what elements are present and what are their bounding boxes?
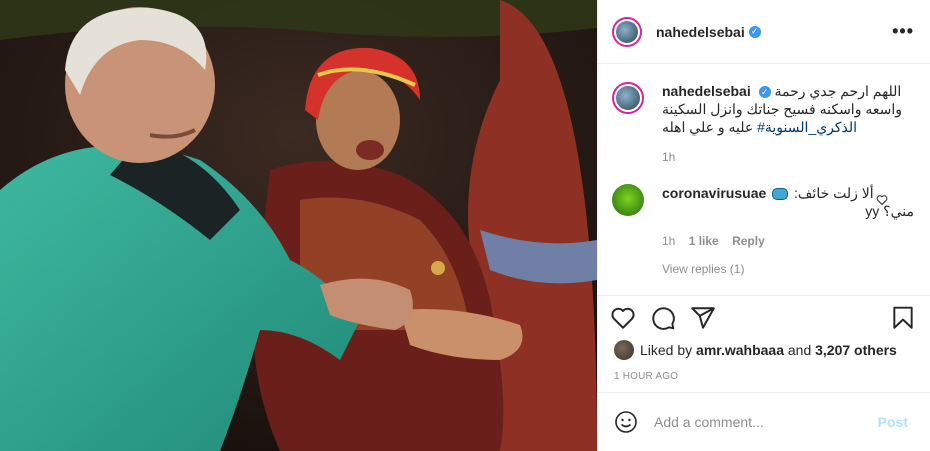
liker-username[interactable]: amr.wahbaaa bbox=[696, 342, 784, 358]
comment-row: coronavirusuae ألا زلت خائف: مني؟ yy 1h … bbox=[612, 184, 914, 250]
author-avatar[interactable] bbox=[612, 16, 642, 47]
caption-time[interactable]: 1h bbox=[662, 150, 675, 164]
add-comment-bar: Post bbox=[598, 392, 930, 450]
comment-avatar[interactable] bbox=[612, 184, 644, 216]
comment-text: ألا زلت خائف: bbox=[794, 185, 874, 201]
author-username[interactable]: nahedelsebai bbox=[656, 24, 745, 40]
verified-icon: ✓ bbox=[758, 86, 771, 99]
caption-meta: 1h bbox=[662, 148, 914, 166]
post-timestamp[interactable]: 1 HOUR AGO bbox=[614, 371, 678, 382]
view-replies[interactable]: View replies (1) bbox=[662, 262, 914, 276]
likes-and: and bbox=[787, 342, 812, 358]
bookmark-icon[interactable] bbox=[890, 305, 916, 331]
action-bar bbox=[598, 295, 930, 339]
heart-icon[interactable] bbox=[610, 305, 636, 331]
comment-meta: 1h 1 like Reply bbox=[662, 232, 914, 250]
post-header: nahedelsebai ✓ ••• bbox=[598, 0, 930, 64]
post-side-panel: nahedelsebai ✓ ••• nahedelsebai ✓ اللهم … bbox=[597, 0, 930, 451]
caption-username[interactable]: nahedelsebai bbox=[662, 83, 751, 99]
likes-others[interactable]: 3,207 others bbox=[815, 342, 897, 358]
emoji-icon[interactable] bbox=[614, 410, 638, 434]
comment-heart-icon[interactable] bbox=[876, 194, 888, 206]
caption-avatar[interactable] bbox=[612, 82, 644, 114]
likes-summary: Liked by amr.wahbaaa and 3,207 others bbox=[614, 340, 914, 360]
comment-time[interactable]: 1h bbox=[662, 234, 675, 248]
comment-username[interactable]: coronavirusuae bbox=[662, 185, 766, 201]
comment-emoji-icon bbox=[772, 188, 789, 201]
liker-avatar[interactable] bbox=[614, 340, 634, 360]
instagram-post: nahedelsebai ✓ ••• nahedelsebai ✓ اللهم … bbox=[0, 0, 930, 451]
post-comment-button[interactable]: Post bbox=[872, 413, 914, 431]
verified-icon: ✓ bbox=[748, 25, 761, 38]
caption-body: nahedelsebai ✓ اللهم ارحم جدي رحمة واسعه… bbox=[662, 82, 914, 166]
caption-hashtag[interactable]: #الذكري_السنوية bbox=[757, 119, 857, 135]
add-comment-input[interactable] bbox=[652, 412, 872, 431]
comment-icon[interactable] bbox=[650, 305, 676, 331]
post-photo[interactable] bbox=[0, 0, 597, 451]
likes-prefix: Liked by bbox=[640, 342, 693, 358]
photo-illustration bbox=[0, 0, 597, 451]
share-icon[interactable] bbox=[690, 305, 716, 331]
more-icon[interactable]: ••• bbox=[892, 21, 914, 42]
comments-section[interactable]: nahedelsebai ✓ اللهم ارحم جدي رحمة واسعه… bbox=[598, 64, 930, 295]
caption-row: nahedelsebai ✓ اللهم ارحم جدي رحمة واسعه… bbox=[612, 82, 914, 166]
comment-reply-button[interactable]: Reply bbox=[732, 234, 765, 248]
comment-like-count[interactable]: 1 like bbox=[689, 234, 719, 248]
